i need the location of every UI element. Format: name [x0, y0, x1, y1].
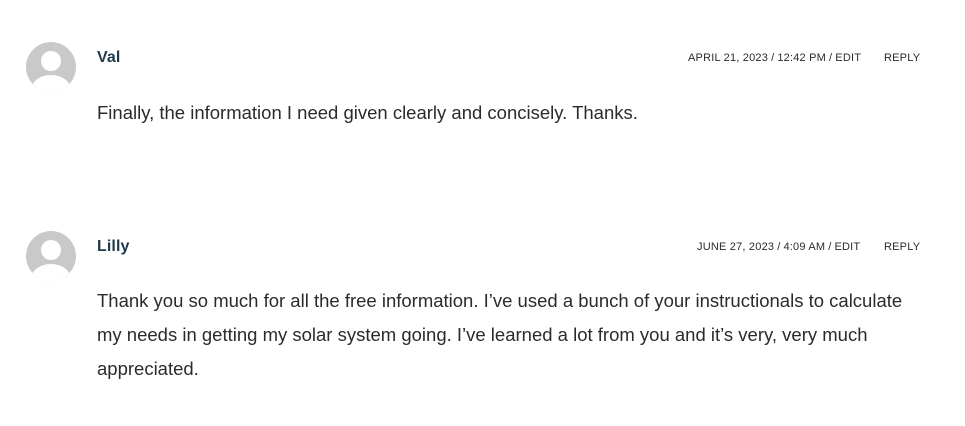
- comment-date[interactable]: APRIL 21, 2023: [688, 52, 768, 64]
- comment-text: Thank you so much for all the free infor…: [97, 290, 903, 379]
- comment-meta: JUNE 27, 2023/4:09 AM / EDIT: [697, 241, 861, 253]
- avatar: [26, 42, 76, 92]
- comment-author[interactable]: Val: [97, 49, 120, 67]
- reply-button[interactable]: REPLY: [884, 241, 920, 253]
- reply-button[interactable]: REPLY: [884, 52, 920, 64]
- comment-text: Finally, the information I need given cl…: [97, 102, 638, 123]
- comment-time[interactable]: 12:42 PM: [777, 52, 826, 64]
- comment-date[interactable]: JUNE 27, 2023: [697, 241, 774, 253]
- avatar: [26, 231, 76, 281]
- edit-link[interactable]: EDIT: [835, 241, 861, 253]
- comment-meta: APRIL 21, 2023/12:42 PM / EDIT: [688, 52, 862, 64]
- comment-time[interactable]: 4:09 AM: [783, 241, 825, 253]
- edit-link[interactable]: EDIT: [835, 52, 861, 64]
- comment-author[interactable]: Lilly: [97, 238, 130, 256]
